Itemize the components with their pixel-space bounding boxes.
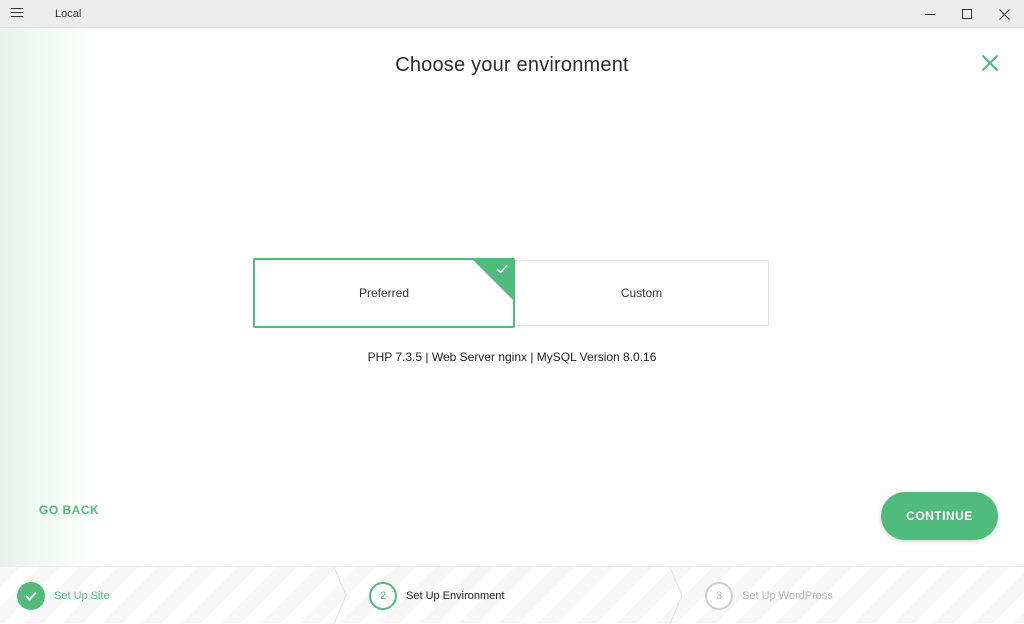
- maximize-button[interactable]: [947, 0, 987, 28]
- checkmark-icon: [496, 264, 508, 274]
- selected-check-badge: [472, 259, 514, 301]
- go-back-button[interactable]: GO BACK: [39, 503, 99, 517]
- app-title: Local: [55, 8, 82, 20]
- close-icon: [998, 8, 1010, 20]
- step-number: 2: [369, 581, 397, 610]
- chevron-right-icon: [669, 567, 683, 624]
- window-close-button[interactable]: [984, 0, 1024, 28]
- step-set-up-site: Set Up Site: [17, 567, 110, 624]
- close-dialog-button[interactable]: [979, 52, 1001, 74]
- option-preferred[interactable]: Preferred: [253, 258, 515, 328]
- step-label: Set Up WordPress: [742, 589, 833, 602]
- title-bar: Local: [0, 0, 1024, 28]
- step-set-up-wordpress: 3 Set Up WordPress: [705, 567, 833, 624]
- option-preferred-label: Preferred: [358, 286, 410, 300]
- menu-icon[interactable]: [11, 8, 23, 20]
- step-label: Set Up Environment: [406, 589, 505, 602]
- side-gradient: [0, 28, 100, 566]
- checkmark-icon: [25, 591, 37, 601]
- minimize-button[interactable]: [910, 0, 950, 28]
- environment-info: PHP 7.3.5 | Web Server nginx | MySQL Ver…: [367, 350, 657, 364]
- minimize-icon: [925, 13, 935, 15]
- step-number: 3: [705, 581, 733, 610]
- option-custom[interactable]: Custom: [515, 260, 769, 326]
- step-complete-icon: [17, 581, 45, 610]
- option-custom-label: Custom: [620, 286, 663, 300]
- progress-steps: Set Up Site 2 Set Up Environment 3 Set U…: [0, 566, 1024, 624]
- page-title: Choose your environment: [395, 54, 629, 76]
- step-set-up-environment: 2 Set Up Environment: [369, 567, 504, 624]
- maximize-icon: [962, 9, 972, 19]
- close-icon: [982, 55, 998, 71]
- chevron-right-icon: [333, 567, 347, 624]
- step-label: Set Up Site: [54, 589, 110, 602]
- continue-button[interactable]: CONTINUE: [881, 492, 998, 540]
